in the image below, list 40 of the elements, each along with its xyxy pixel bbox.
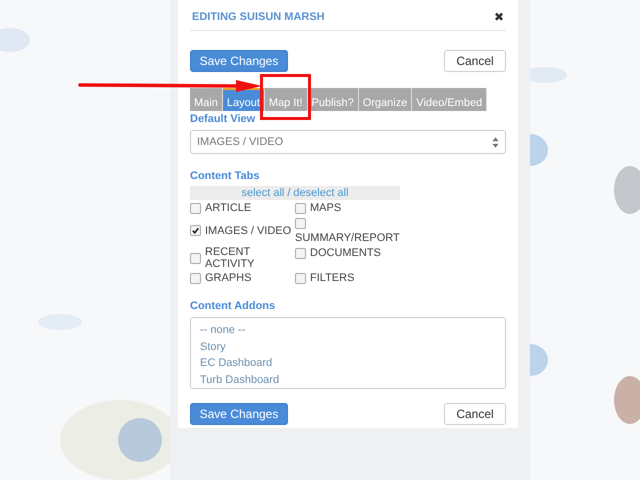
list-item[interactable]: -- none --	[200, 322, 496, 338]
checkbox[interactable]	[295, 203, 306, 214]
checkbox-label: IMAGES / VIDEO	[205, 224, 292, 236]
checkbox[interactable]	[295, 248, 306, 259]
checkbox[interactable]	[295, 273, 306, 284]
checkbox-label: SUMMARY/REPORT	[295, 231, 400, 245]
section-label: Default View	[190, 113, 256, 125]
section-label: Content Tabs	[190, 170, 260, 182]
dropdown[interactable]: IMAGES / VIDEO	[190, 130, 506, 154]
deselect-all-link[interactable]: deselect all	[293, 186, 348, 200]
checkbox[interactable]	[190, 225, 201, 236]
tab[interactable]: Organize	[358, 88, 412, 111]
select-all-link[interactable]: select all	[242, 186, 284, 200]
tab[interactable]: Video/Embed	[412, 88, 488, 111]
checkbox-label: RECENT ACTIVITY	[205, 246, 256, 270]
checkbox[interactable]	[295, 218, 306, 229]
separator-text: /	[287, 186, 290, 200]
tab[interactable]: Main	[190, 88, 223, 111]
highlight-frame	[260, 74, 310, 120]
list-item[interactable]: EC Dashboard	[200, 355, 496, 372]
checkbox-label: GRAPHS	[205, 272, 252, 284]
addons-list[interactable]: -- none -- Story EC Dashboard Turb Dashboard	[190, 317, 506, 389]
dialog-title: EDITING SUISUN MARSH	[192, 10, 325, 22]
close-button[interactable]: ✖	[492, 10, 506, 24]
list-item[interactable]: Turb Dashboard	[200, 372, 496, 388]
checkbox-label: ARTICLE	[205, 202, 252, 214]
save-button[interactable]: Save Changes	[190, 403, 288, 425]
sort-arrows-icon	[492, 136, 499, 148]
save-button[interactable]: Save Changes	[190, 50, 288, 72]
section-label: Content Addons	[190, 300, 276, 312]
tab[interactable]: Map It!	[264, 88, 308, 111]
cancel-button[interactable]: Cancel	[444, 403, 506, 425]
checkbox[interactable]	[190, 252, 201, 264]
checkbox[interactable]	[190, 272, 201, 284]
checkbox-label: DOCUMENTS	[310, 246, 381, 260]
checkbox[interactable]	[190, 202, 201, 214]
list-item[interactable]: Story	[200, 338, 496, 355]
checkbox-label: FILTERS	[310, 271, 354, 285]
checkbox-label: MAPS	[310, 201, 342, 215]
cancel-button[interactable]: Cancel	[444, 50, 506, 72]
